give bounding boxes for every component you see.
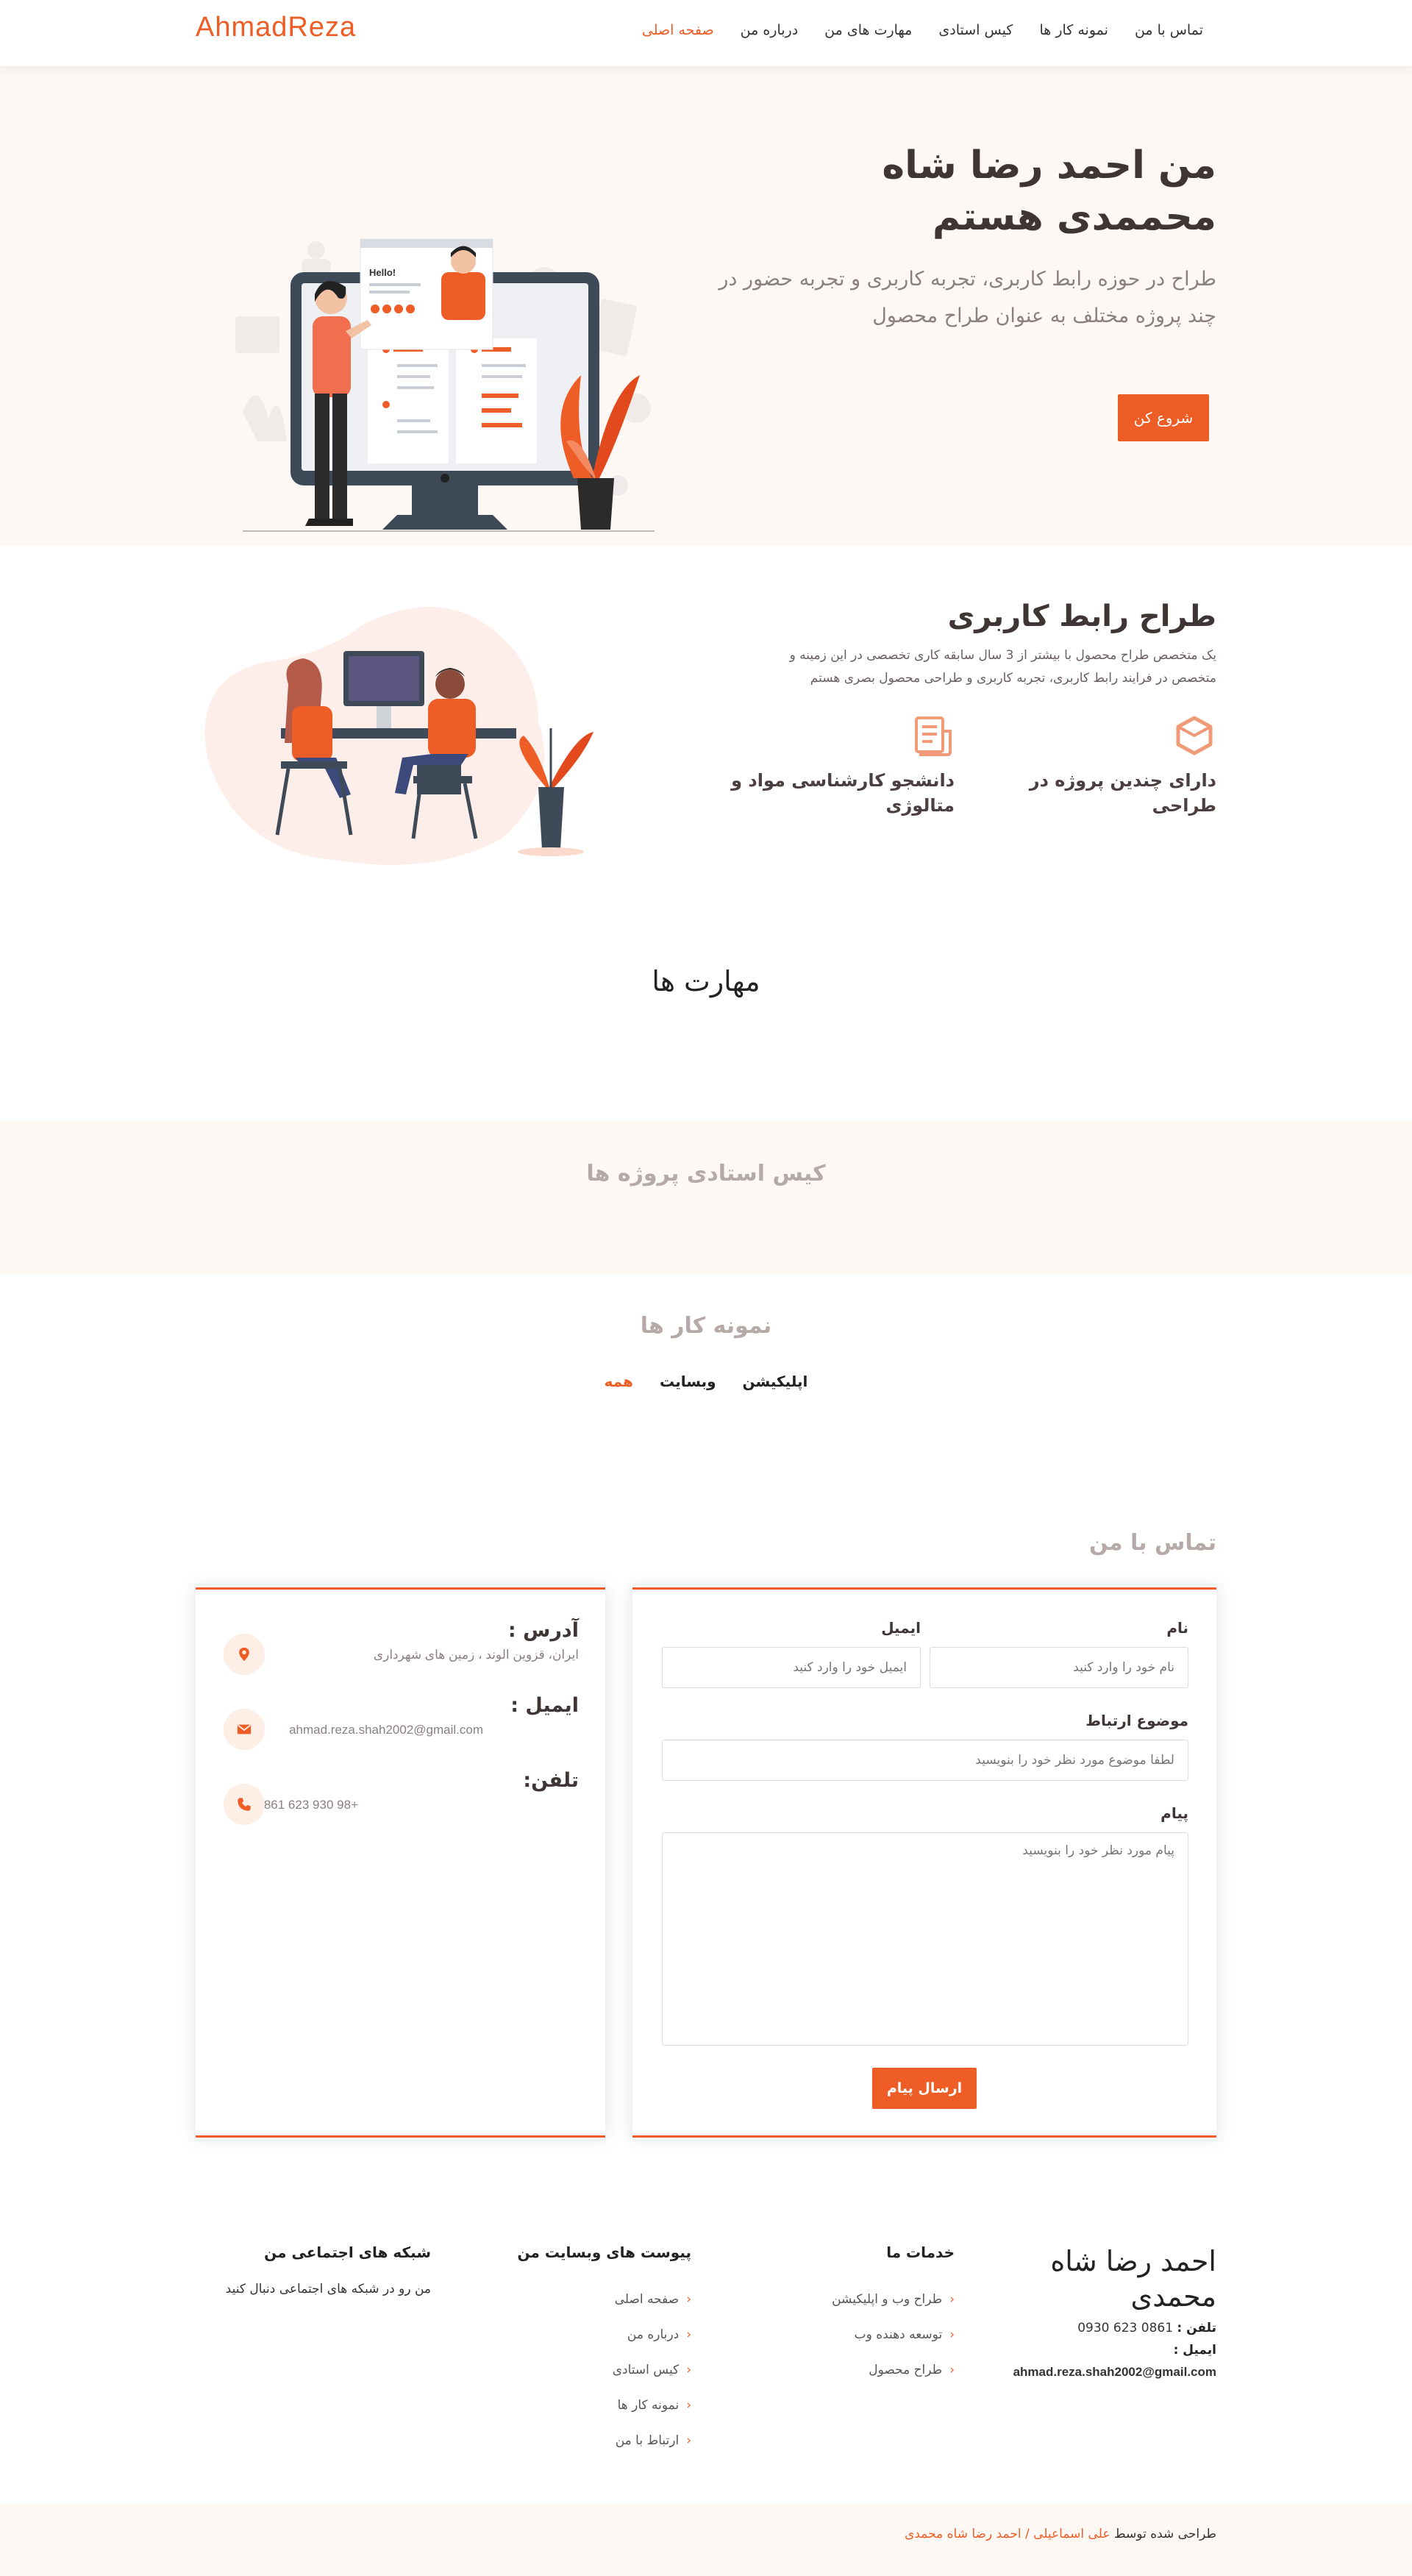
envelope-icon <box>224 1709 265 1750</box>
nav-link-portfolio[interactable]: نمونه کار ها <box>1039 22 1108 38</box>
contact-title: تماس با من <box>1088 1530 1216 1556</box>
footer-social-title: شبکه های اجتماعی من <box>264 2244 431 2261</box>
filter-website[interactable]: وبسایت <box>660 1373 716 1390</box>
email-label: ایمیل : <box>510 1694 579 1717</box>
nav-menu: صفحه اصلی درباره من مهارت های من کیس است… <box>642 22 1203 38</box>
start-button[interactable]: شروع کن <box>1118 394 1209 441</box>
footer-social: شبکه های اجتماعی من من رو در شبکه های اج… <box>196 2244 431 2296</box>
chevron-left-icon: ‹ <box>949 2292 955 2307</box>
footer-social-text: من رو در شبکه های اجتماعی دنبال کنید <box>225 2282 431 2296</box>
phone-label: تلفن: <box>523 1769 579 1792</box>
phone-icon <box>224 1784 265 1825</box>
designer-names[interactable]: علی اسماعیلی / احمد رضا شاه محمدی <box>905 2527 1110 2541</box>
feature-label: دانشجو کارشناسی مواد و متالوژی <box>731 770 955 816</box>
address-label: آدرس : <box>507 1619 579 1642</box>
send-message-button[interactable]: ارسال پیام <box>872 2068 977 2109</box>
contact-info-card: آدرس : ایران، قزوین الوند ، زمین های شهر… <box>196 1587 605 2138</box>
chevron-left-icon: ‹ <box>949 2363 955 2377</box>
feature-projects: دارای چندین پروژه در طراحی <box>981 714 1216 816</box>
footer-link[interactable]: ‹ صفحه اصلی <box>500 2282 691 2317</box>
chevron-left-icon: ‹ <box>949 2327 955 2342</box>
footer-link-label: کیس استادی <box>612 2363 680 2377</box>
feature-label: دارای چندین پروژه در طراحی <box>1029 770 1216 816</box>
document-icon <box>915 716 952 756</box>
footer-link[interactable]: ‹ ارتباط با من <box>500 2423 691 2458</box>
portfolio-title: نمونه کار ها <box>640 1313 772 1339</box>
footer-services: خدمات ما ‹ طراح وب و اپلیکیشن ‹ توسعه دهند… <box>778 2244 955 2388</box>
hero-title: من احمد رضا شاه محممدی هستم <box>882 143 1216 239</box>
subject-input[interactable] <box>662 1740 1188 1781</box>
feature-student: دانشجو کارشناسی مواد و متالوژی <box>719 714 955 816</box>
svg-text:Hello!: Hello! <box>369 267 396 278</box>
chevron-left-icon: ‹ <box>686 2327 691 2342</box>
name-label: نام <box>1166 1619 1188 1637</box>
filter-app[interactable]: اپلیکیشن <box>743 1373 808 1390</box>
chevron-left-icon: ‹ <box>686 2433 691 2448</box>
address-value: ایران، قزوین الوند ، زمین های شهرداری <box>373 1648 579 1662</box>
filter-all[interactable]: همه <box>605 1373 633 1390</box>
nav-link-case-study[interactable]: کیس استادی <box>938 22 1013 38</box>
footer-email-label: ایمیل : <box>1173 2343 1216 2358</box>
footer-email[interactable]: ahmad.reza.shah2002@gmail.com <box>966 2361 1216 2383</box>
top-navbar: AhmadReza صفحه اصلی درباره من مهارت های … <box>0 0 1412 66</box>
contact-form-card: نام ایمیل موضوع ارتباط پیام ارسال پیام <box>632 1587 1216 2138</box>
footer-name: احمد رضا شاه محمدی <box>1050 2245 1216 2313</box>
message-label: پیام <box>1160 1804 1188 1822</box>
footer-link-label: ارتباط با من <box>615 2433 680 2448</box>
footer-site-links: پیوست های وبسایت من ‹ صفحه اصلی ‹ درباره م… <box>500 2244 691 2458</box>
site-logo[interactable]: AhmadReza <box>196 12 356 43</box>
hero-illustration: Hello! <box>235 238 655 532</box>
cube-icon <box>1176 716 1213 755</box>
footer-services-title: خدمات ما <box>886 2244 955 2261</box>
nav-link-about[interactable]: درباره من <box>741 22 799 38</box>
chevron-left-icon: ‹ <box>686 2363 691 2377</box>
footer-link-label: طراح محصول <box>869 2363 943 2377</box>
chevron-left-icon: ‹ <box>686 2398 691 2413</box>
case-study-section <box>0 1121 1412 1274</box>
phone-row: تلفن: +98 930 623 0861 <box>218 1769 579 1812</box>
map-pin-icon <box>224 1634 265 1675</box>
email-input[interactable] <box>662 1647 921 1688</box>
portfolio-filters: همه وبسایت اپلیکیشن <box>0 1373 1412 1390</box>
skills-title: مهارت ها <box>652 965 760 997</box>
nav-link-skills[interactable]: مهارت های من <box>824 22 912 38</box>
copyright-prefix: طراحی شده توسط <box>1113 2527 1216 2541</box>
about-illustration <box>204 607 593 865</box>
footer-phone-label: تلفن : <box>1177 2321 1216 2335</box>
hero-subtitle: طراح در حوزه رابط کاربری، تجربه کاربری و… <box>719 268 1216 327</box>
email-row: ایمیل : ahmad.reza.shah2002@gmail.com <box>218 1694 579 1737</box>
footer-link-label: صفحه اصلی <box>614 2292 680 2307</box>
footer-link-label: نمونه کار ها <box>617 2398 680 2413</box>
hero-section: من احمد رضا شاه محممدی هستم طراح در حوزه… <box>0 66 1412 546</box>
footer-link[interactable]: ‹ توسعه دهنده وب <box>778 2317 955 2352</box>
email-label: ایمیل <box>881 1619 921 1637</box>
chevron-left-icon: ‹ <box>686 2292 691 2307</box>
footer-links-title: پیوست های وبسایت من <box>517 2244 691 2261</box>
footer-link[interactable]: ‹ درباره من <box>500 2317 691 2352</box>
footer-link[interactable]: ‹ نمونه کار ها <box>500 2388 691 2423</box>
footer-link[interactable]: ‹ طراح محصول <box>778 2352 955 2388</box>
about-title: طراح رابط کاربری <box>947 599 1216 633</box>
case-study-title: کیس استادی پروژه ها <box>586 1161 826 1186</box>
message-textarea[interactable] <box>662 1832 1188 2046</box>
subject-label: موضوع ارتباط <box>1085 1712 1188 1729</box>
nav-link-contact[interactable]: تماس با من <box>1135 22 1203 38</box>
copyright-text: طراحی شده توسط علی اسماعیلی / احمد رضا ش… <box>905 2527 1216 2541</box>
nav-link-home[interactable]: صفحه اصلی <box>642 22 714 38</box>
footer-phone[interactable]: 0861 623 0930 <box>1077 2321 1173 2335</box>
about-description: یک متخصص طراح محصول با بیشتر از 3 سال سا… <box>789 648 1216 686</box>
footer-link-label: توسعه دهنده وب <box>854 2327 943 2342</box>
footer-contact: تلفن : 0861 623 0930 ایمیل : ahmad.reza.… <box>966 2317 1216 2383</box>
footer-link-label: طراح وب و اپلیکیشن <box>832 2292 943 2307</box>
name-input[interactable] <box>930 1647 1188 1688</box>
footer-link[interactable]: ‹ طراح وب و اپلیکیشن <box>778 2282 955 2317</box>
footer-link-label: درباره من <box>627 2327 680 2342</box>
address-row: آدرس : ایران، قزوین الوند ، زمین های شهر… <box>218 1619 579 1662</box>
footer-link[interactable]: ‹ کیس استادی <box>500 2352 691 2388</box>
